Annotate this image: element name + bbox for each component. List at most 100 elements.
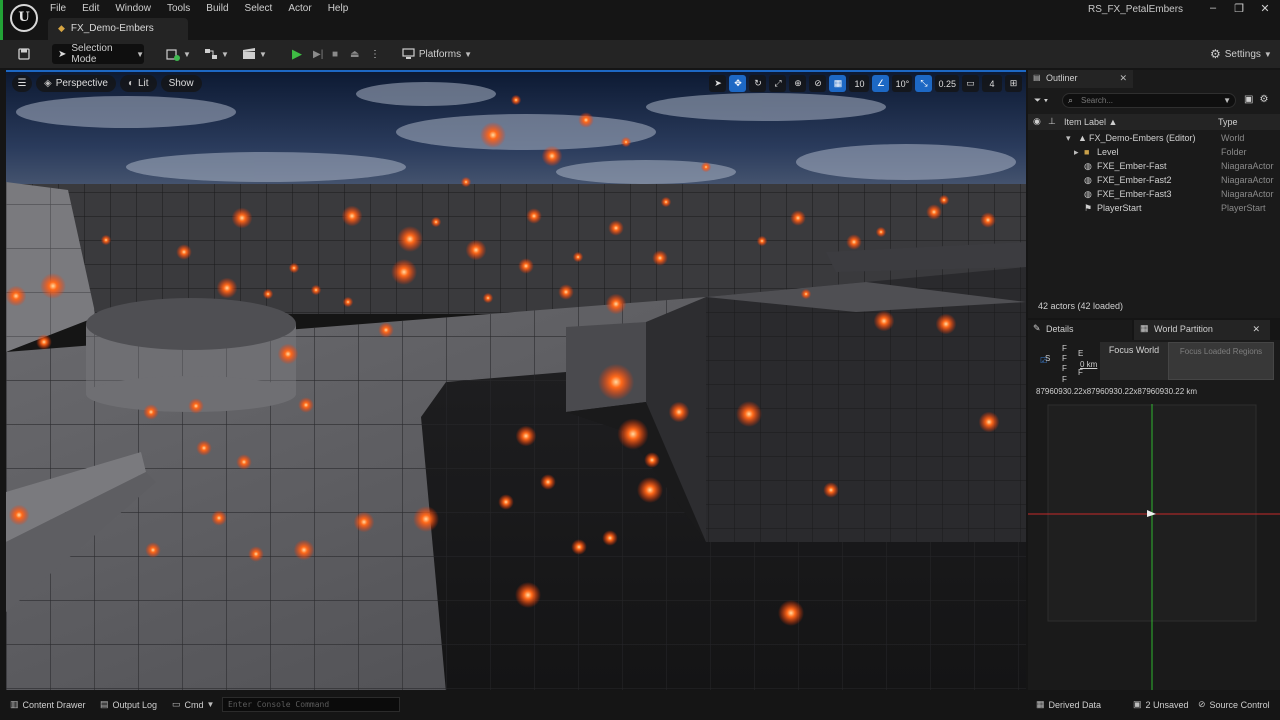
derived-data-button[interactable]: ▦ Derived Data	[1036, 699, 1101, 710]
outliner-tab-label: Outliner	[1046, 73, 1078, 83]
light-bulb-icon: ◐	[127, 78, 134, 89]
surface-snap-toggle[interactable]: ⊘	[809, 75, 827, 92]
details-tab[interactable]: ✎ Details	[1028, 320, 1132, 340]
distance-label[interactable]: 0 km	[1080, 360, 1097, 369]
world-partition-options: ☑ F F E S F F F 0 km	[1032, 342, 1102, 384]
menu-file[interactable]: File	[42, 0, 74, 18]
world-local-toggle[interactable]: ⊕	[789, 75, 807, 92]
cursor-icon: ➤	[714, 78, 722, 88]
add-actor-button[interactable]: ▼	[166, 44, 192, 64]
outliner-search-input[interactable]: ⌕ Search... ▼	[1062, 93, 1236, 108]
ember-particle	[873, 310, 895, 332]
outliner-panel: ▤ Outliner ✕ ⏷ ▾ ⌕ Search... ▼ ▣ ⚙ ◉ ⊥ I…	[1028, 70, 1280, 318]
output-log-button[interactable]: ▤ Output Log	[100, 699, 157, 710]
menu-select[interactable]: Select	[237, 0, 281, 18]
scale-snap-value[interactable]: 0.25	[935, 75, 959, 92]
maximize-icon[interactable]: ❐	[1226, 2, 1252, 15]
minimize-icon[interactable]: –	[1200, 2, 1226, 15]
ember-particle	[176, 244, 192, 260]
scene-render[interactable]	[6, 72, 1026, 690]
menu-tools[interactable]: Tools	[159, 0, 198, 18]
outliner-row-ember-fast[interactable]: ◍ FXE_Ember-Fast NiagaraActor	[1028, 160, 1280, 174]
camera-speed-button[interactable]: ▭	[962, 75, 979, 92]
focus-world-button[interactable]: Focus World	[1100, 342, 1168, 380]
grid-snap-value[interactable]: 10	[849, 75, 870, 92]
console-command-input[interactable]: Enter Console Command	[222, 697, 400, 712]
clapperboard-icon	[243, 48, 255, 59]
add-folder-icon[interactable]: ▣	[1244, 94, 1253, 105]
visibility-column-icon[interactable]: ◉	[1033, 116, 1041, 127]
type-column[interactable]: Type	[1218, 117, 1238, 127]
world-partition-tab[interactable]: ▦ World Partition ✕	[1134, 320, 1270, 340]
expand-arrow-icon[interactable]: ▸	[1074, 147, 1079, 158]
option-letter: F	[1062, 364, 1067, 373]
ember-particle	[397, 226, 423, 252]
camera-speed-value[interactable]: 4	[982, 75, 1002, 92]
focus-loaded-regions-button[interactable]: Focus Loaded Regions	[1168, 342, 1274, 380]
lit-button[interactable]: ◐ Lit	[119, 75, 157, 92]
settings-dropdown[interactable]: ⚙ Settings ▼	[1210, 44, 1272, 64]
outliner-row-ember-fast3[interactable]: ◍ FXE_Ember-Fast3 NiagaraActor	[1028, 188, 1280, 202]
close-icon[interactable]: ✕	[1119, 73, 1127, 84]
menu-actor[interactable]: Actor	[280, 0, 319, 18]
perspective-button[interactable]: ◈ Perspective	[36, 75, 116, 92]
scale-snap-toggle[interactable]: ⤡	[915, 75, 933, 92]
filter-icon[interactable]: ⏷ ▾	[1034, 95, 1048, 106]
unsaved-label: 2 Unsaved	[1145, 699, 1189, 710]
blueprint-button[interactable]: ▼	[204, 44, 230, 64]
menu-build[interactable]: Build	[198, 0, 236, 18]
step-button[interactable]: ▶|	[313, 44, 327, 64]
rotation-snap-value[interactable]: 10°	[892, 75, 913, 92]
eject-button[interactable]: ⏏	[350, 44, 364, 64]
world-partition-map[interactable]	[1028, 404, 1280, 690]
translate-tool-button[interactable]: ✥	[729, 75, 747, 92]
level-document-tab[interactable]: ◆ FX_Demo-Embers	[48, 18, 188, 40]
chevron-down-icon[interactable]: ▼	[1223, 94, 1231, 107]
pin-column-icon[interactable]: ⊥	[1048, 116, 1056, 127]
option-letter: F	[1062, 354, 1067, 363]
platforms-dropdown[interactable]: Platforms ▼	[402, 44, 472, 64]
expand-arrow-icon[interactable]: ▾	[1066, 133, 1071, 144]
show-button[interactable]: Show	[160, 75, 202, 92]
outliner-row-type: PlayerStart	[1221, 203, 1266, 213]
unsaved-files-icon: ▣	[1133, 699, 1142, 709]
outliner-row-world[interactable]: ▾ ▲ FX_Demo-Embers (Editor) World	[1028, 132, 1280, 146]
chevron-down-icon: ▼	[1263, 49, 1272, 59]
rotate-tool-button[interactable]: ↻	[749, 75, 767, 92]
save-button[interactable]	[14, 44, 34, 64]
outliner-row-level[interactable]: ▸ ■ Level Folder	[1028, 146, 1280, 160]
content-drawer-button[interactable]: ▥ Content Drawer	[10, 699, 86, 710]
viewport-right-toolbar: ➤ ✥ ↻ ⤢ ⊕ ⊘ ▦ 10 ∠ 10° ⤡ 0.25 ▭ 4 ⊞	[709, 75, 1022, 92]
unsaved-button[interactable]: ▣ 2 Unsaved	[1133, 699, 1189, 710]
menu-help[interactable]: Help	[320, 0, 357, 18]
ember-particle	[310, 284, 322, 296]
viewport-layout-button[interactable]: ⊞	[1005, 75, 1022, 92]
cmd-dropdown[interactable]: ▭ Cmd ▼	[172, 699, 214, 710]
option-letter: F	[1062, 344, 1067, 353]
ember-particle	[756, 235, 768, 247]
viewport-options-button[interactable]: ☰	[12, 75, 32, 92]
item-label-column[interactable]: Item Label ▲	[1064, 117, 1117, 127]
play-options-button[interactable]: ⋮	[370, 44, 380, 64]
outliner-tab[interactable]: ▤ Outliner ✕	[1028, 70, 1133, 88]
unreal-logo[interactable]: U	[10, 4, 38, 32]
selection-mode-dropdown[interactable]: ➤ Selection Mode ▼	[52, 43, 144, 65]
outliner-row-ember-fast2[interactable]: ◍ FXE_Ember-Fast2 NiagaraActor	[1028, 174, 1280, 188]
outliner-row-player-start[interactable]: ⚑ PlayerStart PlayerStart	[1028, 202, 1280, 216]
level-viewport[interactable]: ☰ ◈ Perspective ◐ Lit Show ➤ ✥ ↻ ⤢ ⊕ ⊘ ▦…	[6, 70, 1026, 690]
rotation-snap-toggle[interactable]: ∠	[872, 75, 890, 92]
close-icon[interactable]: ✕	[1252, 2, 1278, 15]
play-button[interactable]: ▶	[292, 44, 308, 64]
select-tool-button[interactable]: ➤	[709, 75, 727, 92]
ember-particle	[620, 136, 632, 148]
cinematics-button[interactable]: ▼	[242, 44, 268, 64]
source-control-button[interactable]: ⊘ Source Control	[1198, 699, 1270, 710]
menu-window[interactable]: Window	[107, 0, 159, 18]
scale-tool-button[interactable]: ⤢	[769, 75, 787, 92]
gear-icon[interactable]: ⚙	[1259, 94, 1268, 105]
stop-button[interactable]: ■	[332, 44, 346, 64]
grid-snap-toggle[interactable]: ▦	[829, 75, 847, 92]
close-icon[interactable]: ✕	[1252, 324, 1260, 335]
menu-edit[interactable]: Edit	[74, 0, 107, 18]
selection-mode-label: Selection Mode	[71, 43, 113, 65]
